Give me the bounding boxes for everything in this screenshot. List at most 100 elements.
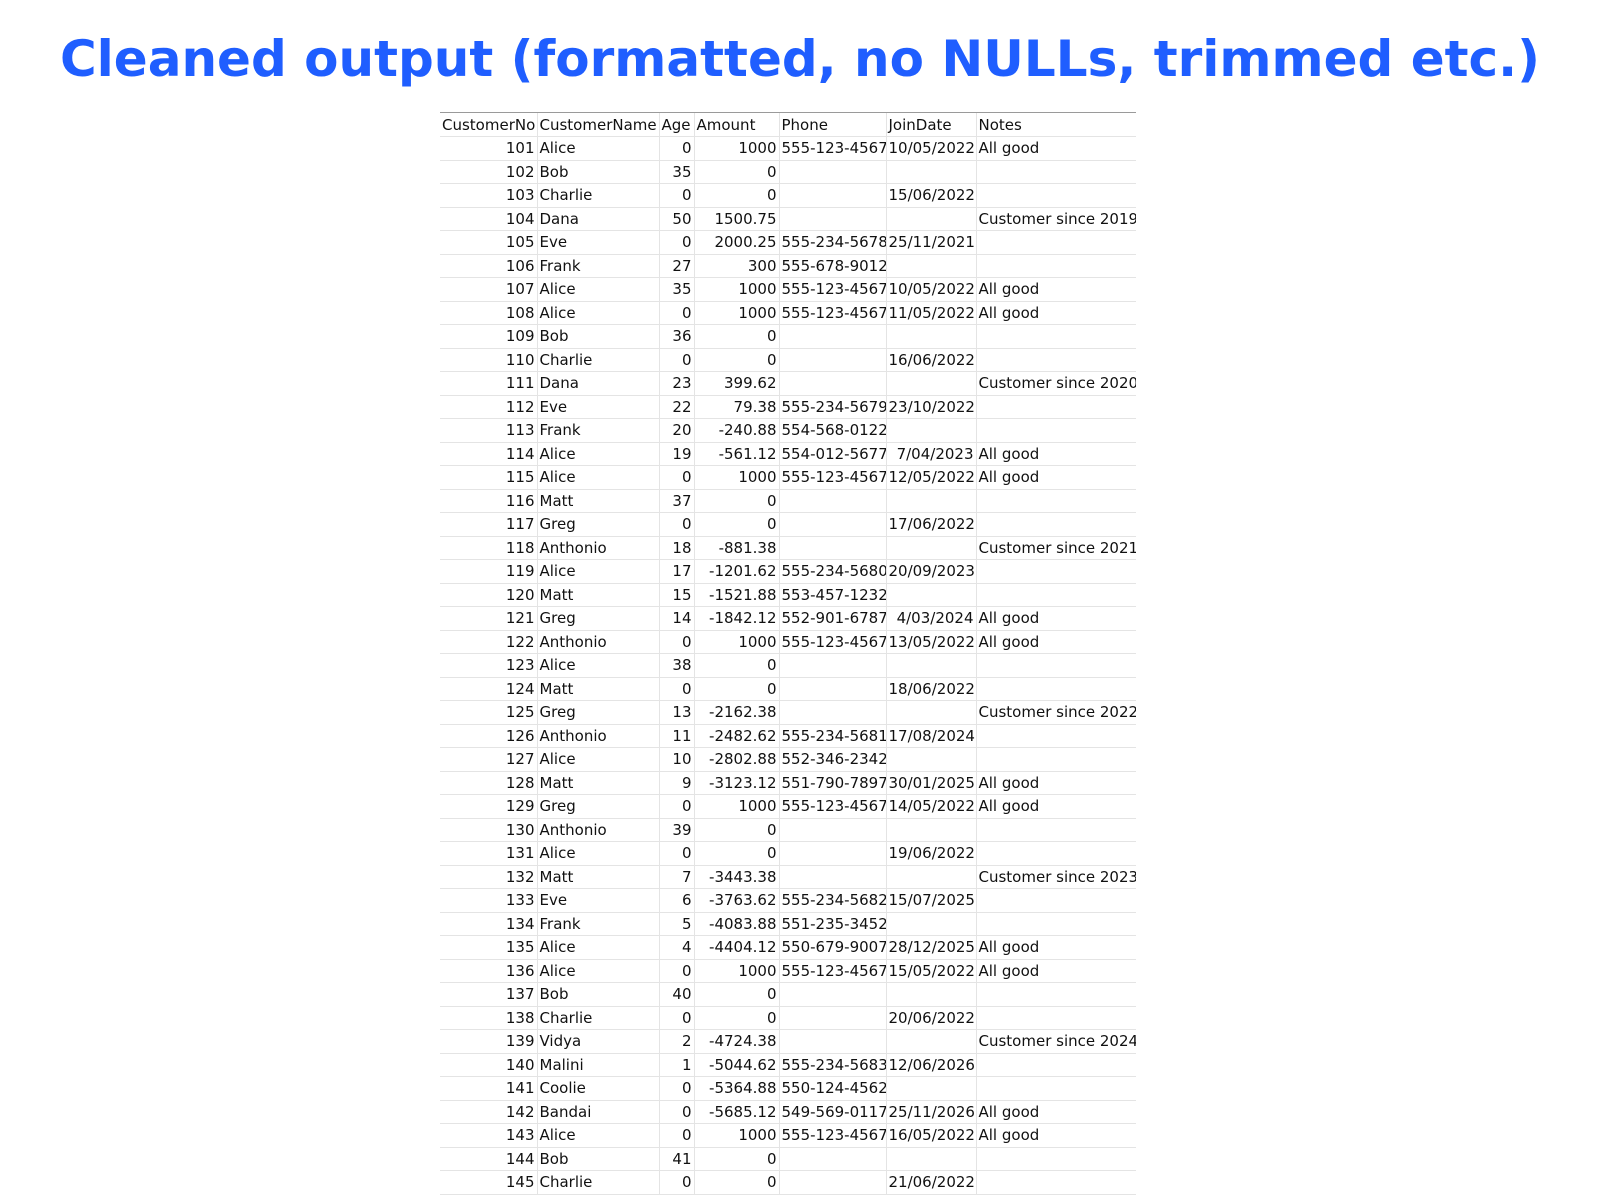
cell-age[interactable]: 0: [659, 136, 695, 161]
cell-customer-name[interactable]: Anthonio: [537, 630, 660, 654]
cell-customer-name[interactable]: Vidya: [537, 1029, 660, 1054]
cell-customer-no[interactable]: 122: [440, 630, 538, 654]
cell-join-date[interactable]: 20/06/2022: [886, 1006, 977, 1030]
cell-amount[interactable]: -4404.12: [694, 935, 780, 960]
cell-customer-no[interactable]: 118: [440, 536, 538, 560]
cell-notes[interactable]: [976, 747, 1136, 772]
cell-age[interactable]: 6: [659, 888, 695, 913]
cell-customer-name[interactable]: Alice: [537, 301, 660, 325]
cell-phone[interactable]: 553-457-1232: [779, 583, 887, 607]
cell-customer-no[interactable]: 102: [440, 160, 538, 184]
cell-customer-no[interactable]: 104: [440, 207, 538, 231]
cell-amount[interactable]: 1000: [694, 630, 780, 654]
cell-customer-name[interactable]: Matt: [537, 583, 660, 607]
cell-join-date[interactable]: [886, 1076, 977, 1101]
cell-customer-no[interactable]: 110: [440, 348, 538, 372]
cell-phone[interactable]: 555-123-4567: [779, 301, 887, 325]
cell-customer-no[interactable]: 126: [440, 724, 538, 748]
cell-customer-name[interactable]: Charlie: [537, 1170, 660, 1195]
cell-amount[interactable]: -5044.62: [694, 1053, 780, 1077]
cell-join-date[interactable]: 15/05/2022: [886, 959, 977, 983]
cell-amount[interactable]: -1842.12: [694, 606, 780, 631]
cell-notes[interactable]: [976, 230, 1136, 255]
cell-age[interactable]: 0: [659, 677, 695, 701]
cell-join-date[interactable]: [886, 489, 977, 513]
cell-age[interactable]: 1: [659, 1053, 695, 1077]
cell-customer-no[interactable]: 127: [440, 747, 538, 772]
cell-age[interactable]: 19: [659, 442, 695, 466]
cell-phone[interactable]: 555-123-4567: [779, 1123, 887, 1148]
cell-customer-no[interactable]: 106: [440, 254, 538, 278]
cell-customer-no[interactable]: 141: [440, 1076, 538, 1101]
cell-notes[interactable]: [976, 1076, 1136, 1101]
cell-join-date[interactable]: 13/05/2022: [886, 630, 977, 654]
cell-join-date[interactable]: [886, 418, 977, 443]
cell-amount[interactable]: 0: [694, 512, 780, 537]
cell-age[interactable]: 0: [659, 959, 695, 983]
cell-join-date[interactable]: 4/03/2024: [886, 606, 977, 631]
cell-amount[interactable]: 0: [694, 653, 780, 678]
cell-customer-no[interactable]: 107: [440, 277, 538, 302]
cell-customer-name[interactable]: Greg: [537, 794, 660, 819]
cell-age[interactable]: 0: [659, 1006, 695, 1030]
cell-amount[interactable]: -1521.88: [694, 583, 780, 607]
cell-phone[interactable]: 555-123-4567: [779, 136, 887, 161]
cell-amount[interactable]: -881.38: [694, 536, 780, 560]
cell-notes[interactable]: All good: [976, 959, 1136, 983]
cell-customer-name[interactable]: Dana: [537, 207, 660, 231]
cell-age[interactable]: 0: [659, 841, 695, 866]
cell-phone[interactable]: 550-679-9007: [779, 935, 887, 960]
cell-phone[interactable]: [779, 160, 887, 184]
cell-notes[interactable]: [976, 418, 1136, 443]
cell-join-date[interactable]: [886, 536, 977, 560]
cell-notes[interactable]: [976, 677, 1136, 701]
cell-notes[interactable]: Customer since 2020: [976, 371, 1136, 396]
cell-notes[interactable]: [976, 395, 1136, 419]
cell-phone[interactable]: 555-678-9012: [779, 254, 887, 278]
cell-phone[interactable]: 552-346-2342: [779, 747, 887, 772]
cell-customer-name[interactable]: Eve: [537, 230, 660, 255]
cell-customer-name[interactable]: Charlie: [537, 1006, 660, 1030]
cell-age[interactable]: 18: [659, 536, 695, 560]
cell-age[interactable]: 41: [659, 1147, 695, 1171]
cell-age[interactable]: 0: [659, 1076, 695, 1101]
cell-phone[interactable]: 552-901-6787: [779, 606, 887, 631]
header-customer-no[interactable]: CustomerNo: [440, 113, 538, 137]
cell-amount[interactable]: 1000: [694, 959, 780, 983]
cell-notes[interactable]: [976, 912, 1136, 936]
cell-customer-no[interactable]: 120: [440, 583, 538, 607]
cell-customer-no[interactable]: 108: [440, 301, 538, 325]
cell-age[interactable]: 23: [659, 371, 695, 396]
cell-join-date[interactable]: [886, 371, 977, 396]
cell-amount[interactable]: -2162.38: [694, 700, 780, 725]
header-customer-name[interactable]: CustomerName: [537, 113, 660, 137]
cell-age[interactable]: 0: [659, 301, 695, 325]
header-join-date[interactable]: JoinDate: [886, 113, 977, 137]
header-age[interactable]: Age: [659, 113, 695, 137]
cell-customer-name[interactable]: Alice: [537, 959, 660, 983]
cell-join-date[interactable]: 21/06/2022: [886, 1170, 977, 1195]
cell-notes[interactable]: [976, 1053, 1136, 1077]
cell-notes[interactable]: All good: [976, 465, 1136, 490]
cell-join-date[interactable]: 19/06/2022: [886, 841, 977, 866]
cell-notes[interactable]: All good: [976, 606, 1136, 631]
cell-age[interactable]: 27: [659, 254, 695, 278]
cell-join-date[interactable]: 14/05/2022: [886, 794, 977, 819]
cell-amount[interactable]: 0: [694, 348, 780, 372]
cell-phone[interactable]: 554-568-0122: [779, 418, 887, 443]
cell-age[interactable]: 0: [659, 183, 695, 208]
cell-customer-name[interactable]: Greg: [537, 512, 660, 537]
cell-customer-no[interactable]: 105: [440, 230, 538, 255]
cell-customer-no[interactable]: 119: [440, 559, 538, 584]
cell-amount[interactable]: 1000: [694, 277, 780, 302]
cell-notes[interactable]: [976, 1170, 1136, 1195]
cell-notes[interactable]: [976, 254, 1136, 278]
cell-join-date[interactable]: 15/06/2022: [886, 183, 977, 208]
cell-notes[interactable]: Customer since 2023: [976, 865, 1136, 889]
cell-customer-no[interactable]: 130: [440, 818, 538, 842]
cell-age[interactable]: 0: [659, 630, 695, 654]
cell-amount[interactable]: -4083.88: [694, 912, 780, 936]
cell-join-date[interactable]: 16/06/2022: [886, 348, 977, 372]
cell-amount[interactable]: -2802.88: [694, 747, 780, 772]
cell-customer-no[interactable]: 145: [440, 1170, 538, 1195]
